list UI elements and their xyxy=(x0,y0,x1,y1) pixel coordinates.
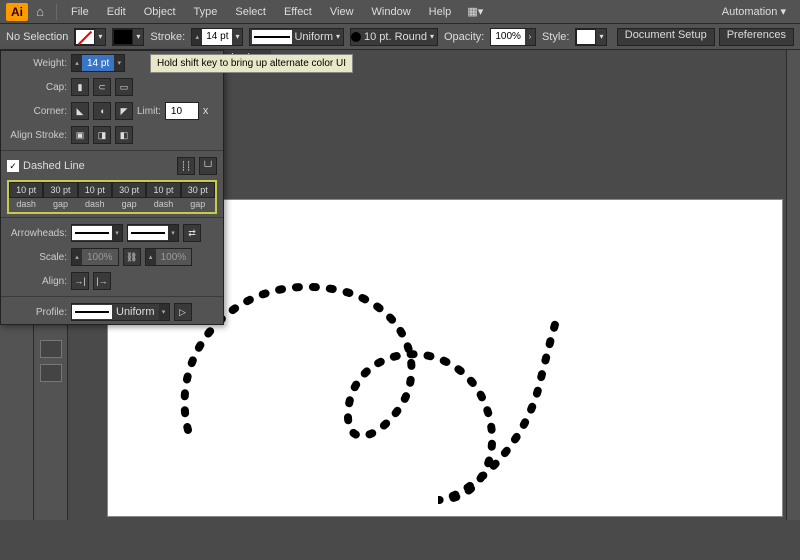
menu-object[interactable]: Object xyxy=(136,4,184,20)
cap-round-button[interactable]: ⊂ xyxy=(93,78,111,96)
opacity-input[interactable]: 100%› xyxy=(490,28,536,46)
stroke-panel: Weight: ▴ 14 pt ▾ Cap: ▮ ⊂ ▭ Corner: ◣ ◖… xyxy=(0,50,224,325)
arrow-scale-start[interactable]: ▴100% xyxy=(71,248,119,266)
dashed-line-label: Dashed Line xyxy=(23,160,85,172)
limit-input[interactable]: 10 xyxy=(165,102,199,120)
menu-file[interactable]: File xyxy=(63,4,97,20)
limit-label: Limit: xyxy=(137,106,161,117)
dash-input[interactable]: 10 pt xyxy=(9,182,43,198)
align-center-button[interactable]: ▣ xyxy=(71,126,89,144)
opacity-label: Opacity: xyxy=(444,31,484,43)
menu-effect[interactable]: Effect xyxy=(276,4,320,20)
panel-icon[interactable] xyxy=(40,340,62,358)
menu-window[interactable]: Window xyxy=(364,4,419,20)
align-inside-button[interactable]: ◨ xyxy=(93,126,111,144)
arrow-align-tip-button[interactable]: →| xyxy=(71,272,89,290)
corner-round-button[interactable]: ◖ xyxy=(93,102,111,120)
gap-input[interactable]: 30 pt xyxy=(181,182,215,198)
brush-dropdown[interactable]: 10 pt. Round▾ xyxy=(350,28,438,46)
corner-bevel-button[interactable]: ◤ xyxy=(115,102,133,120)
corner-miter-button[interactable]: ◣ xyxy=(71,102,89,120)
weight-label: Weight: xyxy=(7,58,67,69)
arrowheads-label: Arrowheads: xyxy=(7,228,67,239)
chevron-down-icon: ▾ xyxy=(95,30,105,44)
cap-projecting-button[interactable]: ▭ xyxy=(115,78,133,96)
weight-input[interactable]: ▴ 14 pt ▾ xyxy=(71,54,125,72)
chevron-down-icon: ▾ xyxy=(133,30,143,44)
menu-select[interactable]: Select xyxy=(227,4,274,20)
cap-label: Cap: xyxy=(7,82,67,93)
cap-butt-button[interactable]: ▮ xyxy=(71,78,89,96)
selection-status: No Selection xyxy=(6,31,68,43)
profile-label: Profile: xyxy=(7,307,67,318)
control-bar: No Selection ▾ ▾ Stroke: ▴14 pt▾ Uniform… xyxy=(0,24,800,50)
home-icon[interactable]: ⌂ xyxy=(30,3,50,21)
arrow-align-label: Align: xyxy=(7,276,67,287)
limit-x: x xyxy=(203,105,209,117)
fill-swatch[interactable]: ▾ xyxy=(74,28,106,46)
stroke-weight-input[interactable]: ▴14 pt▾ xyxy=(191,28,243,46)
gap-input[interactable]: 30 pt xyxy=(112,182,146,198)
menu-type[interactable]: Type xyxy=(186,4,226,20)
dash-input[interactable]: 10 pt xyxy=(146,182,180,198)
separator xyxy=(56,4,57,20)
arrow-scale-end[interactable]: ▴100% xyxy=(145,248,193,266)
stroke-swatch[interactable]: ▾ xyxy=(112,28,144,46)
preferences-button[interactable]: Preferences xyxy=(719,28,794,46)
arrow-end-dropdown[interactable]: ▾ xyxy=(127,224,179,242)
style-label: Style: xyxy=(542,31,570,43)
panel-icon[interactable] xyxy=(40,364,62,382)
menu-help[interactable]: Help xyxy=(421,4,460,20)
dash-align-corners-button[interactable]: └┘ xyxy=(199,157,217,175)
profile-dropdown[interactable]: Uniform▾ xyxy=(71,303,170,321)
tooltip: Hold shift key to bring up alternate col… xyxy=(150,54,353,73)
dash-input[interactable]: 10 pt xyxy=(78,182,112,198)
corner-label: Corner: xyxy=(7,106,67,117)
flip-along-button[interactable]: ▷ xyxy=(174,303,192,321)
arrow-align-path-button[interactable]: |→ xyxy=(93,272,111,290)
stroke-profile-dropdown[interactable]: Uniform▾ xyxy=(249,28,344,46)
arrow-scale-label: Scale: xyxy=(7,252,67,263)
menu-edit[interactable]: Edit xyxy=(99,4,134,20)
swap-arrows-button[interactable]: ⇄ xyxy=(183,224,201,242)
align-stroke-label: Align Stroke: xyxy=(7,130,67,141)
stroke-label: Stroke: xyxy=(150,31,185,43)
chevron-down-icon: ▾ xyxy=(780,6,786,18)
link-scale-icon[interactable]: ⛓ xyxy=(123,248,141,266)
arrow-start-dropdown[interactable]: ▾ xyxy=(71,224,123,242)
style-dropdown[interactable]: ▾ xyxy=(575,28,607,46)
app-logo: Ai xyxy=(6,3,28,21)
menu-view[interactable]: View xyxy=(322,4,362,20)
dash-pattern-grid: 10 ptdash 30 ptgap 10 ptdash 30 ptgap 10… xyxy=(7,180,217,214)
align-outside-button[interactable]: ◧ xyxy=(115,126,133,144)
stepper-icon[interactable]: ▴ xyxy=(72,55,82,71)
document-setup-button[interactable]: Document Setup xyxy=(617,28,715,46)
gap-input[interactable]: 30 pt xyxy=(43,182,77,198)
menu-bar: Ai ⌂ File Edit Object Type Select Effect… xyxy=(0,0,800,24)
automation-dropdown[interactable]: Automation ▾ xyxy=(714,3,794,20)
dashed-line-checkbox[interactable]: ✓ xyxy=(7,160,19,172)
workspace-switcher-icon[interactable]: ▦▾ xyxy=(467,5,483,19)
dash-align-preserve-button[interactable]: ┊┊ xyxy=(177,157,195,175)
chevron-down-icon[interactable]: ▾ xyxy=(114,55,124,71)
